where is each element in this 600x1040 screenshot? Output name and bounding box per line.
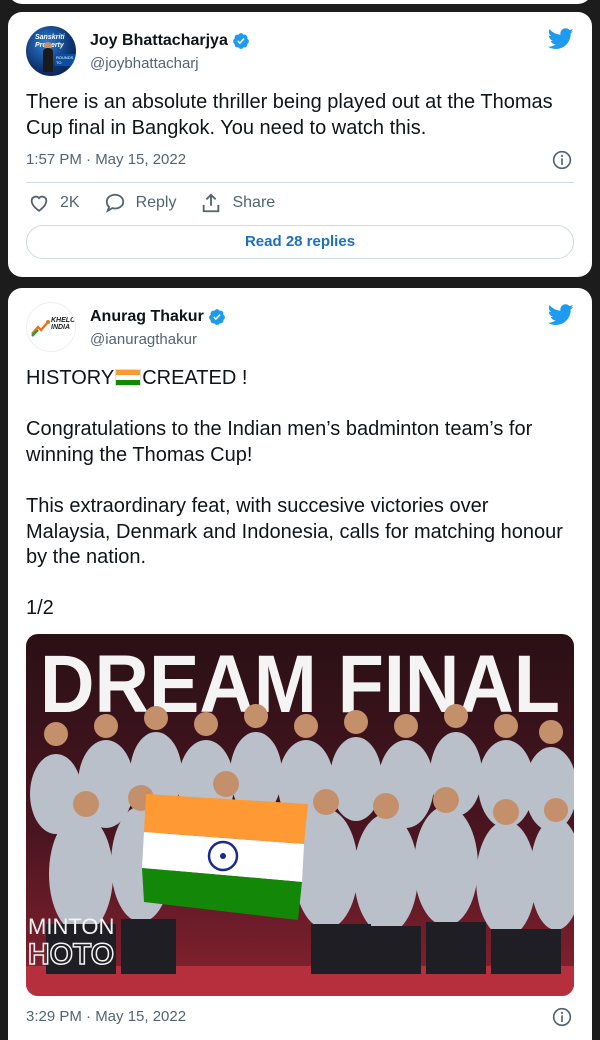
khelo-india-logo-icon [31, 320, 50, 337]
team-photo-illustration: DREAM FINAL MINTON HOTO [26, 634, 574, 996]
tweet-card-anurag[interactable]: KHELO INDIA Anurag Thakur @ianuragthakur … [8, 288, 592, 1040]
tweet-headline: HISTORY CREATED ! [26, 367, 248, 389]
author-handle[interactable]: @ianuragthakur [90, 331, 197, 348]
image-watermark: HOTO [28, 938, 114, 971]
verified-badge-icon [232, 33, 249, 49]
tweet-paragraph: This extraordinary feat, with succesive … [26, 495, 563, 568]
share-label: Share [232, 194, 276, 211]
author-name[interactable]: Joy Bhattacharjya [90, 32, 228, 50]
author-handle[interactable]: @joybhattacharj [90, 55, 199, 72]
like-button[interactable]: 2K [28, 192, 80, 214]
avatar-tag: ROUNDS TO [55, 54, 76, 66]
tweet-paragraph: Congratulations to the Indian men’s badm… [26, 418, 533, 466]
verified-badge-icon [208, 309, 225, 325]
heart-icon [30, 195, 48, 212]
author-name[interactable]: Anurag Thakur [90, 308, 204, 326]
share-icon [203, 193, 220, 213]
thread-count: 1/2 [26, 597, 54, 619]
divider [26, 182, 574, 183]
avatar[interactable]: SanskritiProperty ROUNDS TO [26, 26, 76, 76]
like-count: 2K [60, 194, 80, 211]
twitter-bird-icon[interactable] [548, 304, 574, 326]
avatar-figure-body [43, 48, 53, 72]
image-watermark: MINTON [28, 914, 114, 939]
avatar-logo-text: KHELO INDIA [51, 317, 76, 331]
tweet-card-joy[interactable]: SanskritiProperty ROUNDS TO Joy Bhattach… [8, 12, 592, 277]
info-icon[interactable] [552, 150, 572, 170]
tweet-timestamp[interactable]: 3:29 PM · May 15, 2022 [26, 1008, 186, 1025]
reply-button[interactable]: Reply [104, 192, 177, 214]
reply-label: Reply [135, 194, 177, 211]
info-icon[interactable] [552, 1007, 572, 1027]
tweet-text: There is an absolute thriller being play… [26, 91, 553, 139]
twitter-bird-icon[interactable] [548, 28, 574, 50]
previous-card-edge [8, 0, 592, 4]
share-button[interactable]: Share [200, 192, 275, 214]
read-replies-button[interactable]: Read 28 replies [26, 225, 574, 259]
reply-bubble-icon [105, 193, 124, 213]
india-flag-in-photo [142, 794, 308, 920]
tweet-timestamp[interactable]: 1:57 PM · May 15, 2022 [26, 151, 186, 168]
tweet-photo[interactable]: DREAM FINAL MINTON HOTO [26, 634, 574, 996]
india-flag-icon [115, 369, 142, 386]
avatar[interactable]: KHELO INDIA [26, 302, 76, 352]
tweet-actions: 2K Reply Share [28, 192, 299, 214]
